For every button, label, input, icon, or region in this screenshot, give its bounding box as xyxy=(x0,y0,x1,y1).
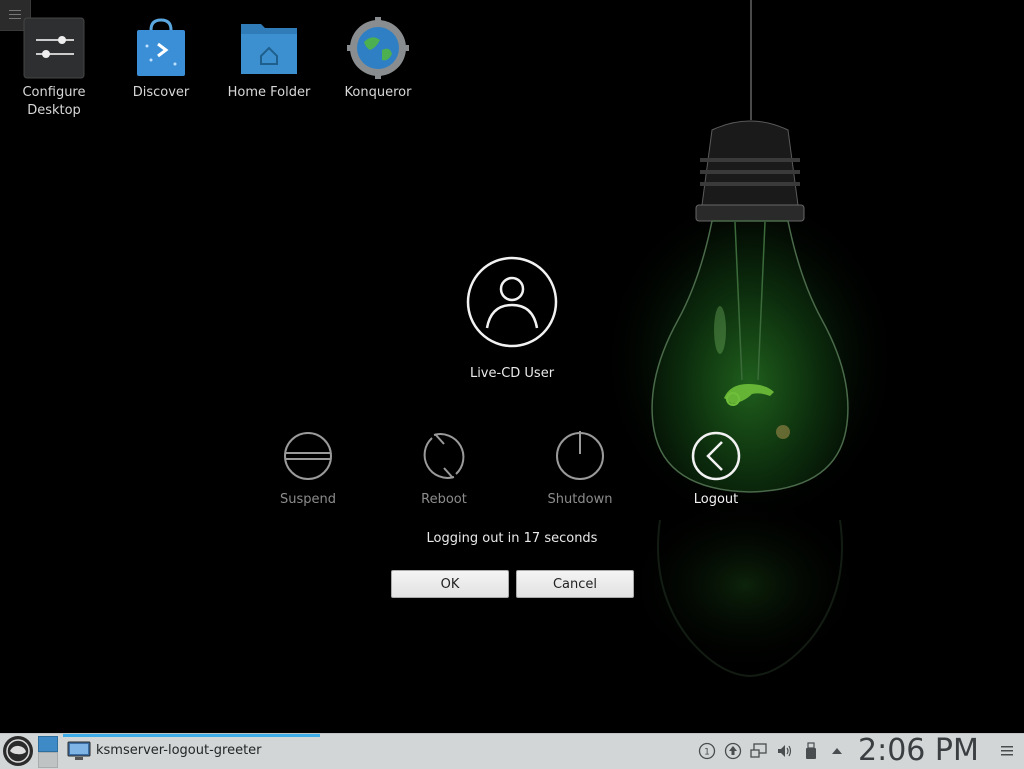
updates-icon[interactable] xyxy=(724,742,742,760)
home-folder-icon xyxy=(241,24,297,74)
virtual-desktop-pager[interactable] xyxy=(38,736,58,768)
task-item-logout-greeter[interactable]: ksmserver-logout-greeter xyxy=(63,734,320,768)
cancel-button[interactable]: Cancel xyxy=(516,570,634,598)
reboot-action[interactable]: Reboot xyxy=(394,430,494,507)
application-launcher-icon[interactable] xyxy=(1,735,35,767)
volume-icon[interactable] xyxy=(776,742,794,760)
reboot-icon xyxy=(423,433,465,479)
digital-clock[interactable]: 2:06 PM xyxy=(858,734,979,768)
shutdown-icon xyxy=(556,431,604,480)
desktop-icon-konqueror[interactable]: Konqueror xyxy=(324,12,432,102)
suspend-action[interactable]: Suspend xyxy=(258,430,358,507)
user-avatar-icon xyxy=(466,256,558,348)
shutdown-label: Shutdown xyxy=(547,492,613,507)
pager-desktop-2[interactable] xyxy=(38,752,58,768)
shutdown-action[interactable]: Shutdown xyxy=(530,430,630,507)
desktop-icon-discover[interactable]: Discover xyxy=(107,12,215,102)
expand-tray-icon[interactable] xyxy=(828,742,846,760)
active-task-indicator xyxy=(63,734,320,737)
desktop-icon-label: Konqueror xyxy=(344,85,412,100)
reboot-label: Reboot xyxy=(421,492,467,507)
logout-action[interactable]: Logout xyxy=(666,430,766,507)
desktop-icon-label: Configure Desktop xyxy=(22,85,86,118)
desktop-icon-configure-desktop[interactable]: Configure Desktop xyxy=(0,12,108,120)
logout-label: Logout xyxy=(693,492,739,507)
window-app-icon xyxy=(67,741,91,760)
removable-device-icon[interactable] xyxy=(802,742,820,760)
pager-desktop-1[interactable] xyxy=(38,736,58,752)
desktop-icon-label: Discover xyxy=(132,85,190,100)
taskbar-panel: ksmserver-logout-greeter 1 2:06 PM xyxy=(0,733,1024,769)
discover-bag-icon xyxy=(137,18,185,76)
configure-desktop-icon xyxy=(23,17,85,79)
suspend-label: Suspend xyxy=(279,492,336,507)
notifications-icon[interactable]: 1 xyxy=(698,742,716,760)
network-icon[interactable] xyxy=(750,742,768,760)
konqueror-globe-icon xyxy=(347,17,409,79)
desktop-icon-label: Home Folder xyxy=(227,85,311,100)
desktop-icon-home-folder[interactable]: Home Folder xyxy=(215,12,323,102)
user-name: Live-CD User xyxy=(469,366,555,381)
logout-countdown-text: Logging out in 17 seconds xyxy=(426,531,598,546)
ok-button[interactable]: OK xyxy=(391,570,509,598)
task-item-title: ksmserver-logout-greeter xyxy=(96,743,262,758)
panel-options-icon[interactable] xyxy=(999,743,1015,759)
suspend-icon xyxy=(284,432,332,480)
svg-text:1: 1 xyxy=(704,748,710,758)
logout-icon xyxy=(691,431,741,481)
